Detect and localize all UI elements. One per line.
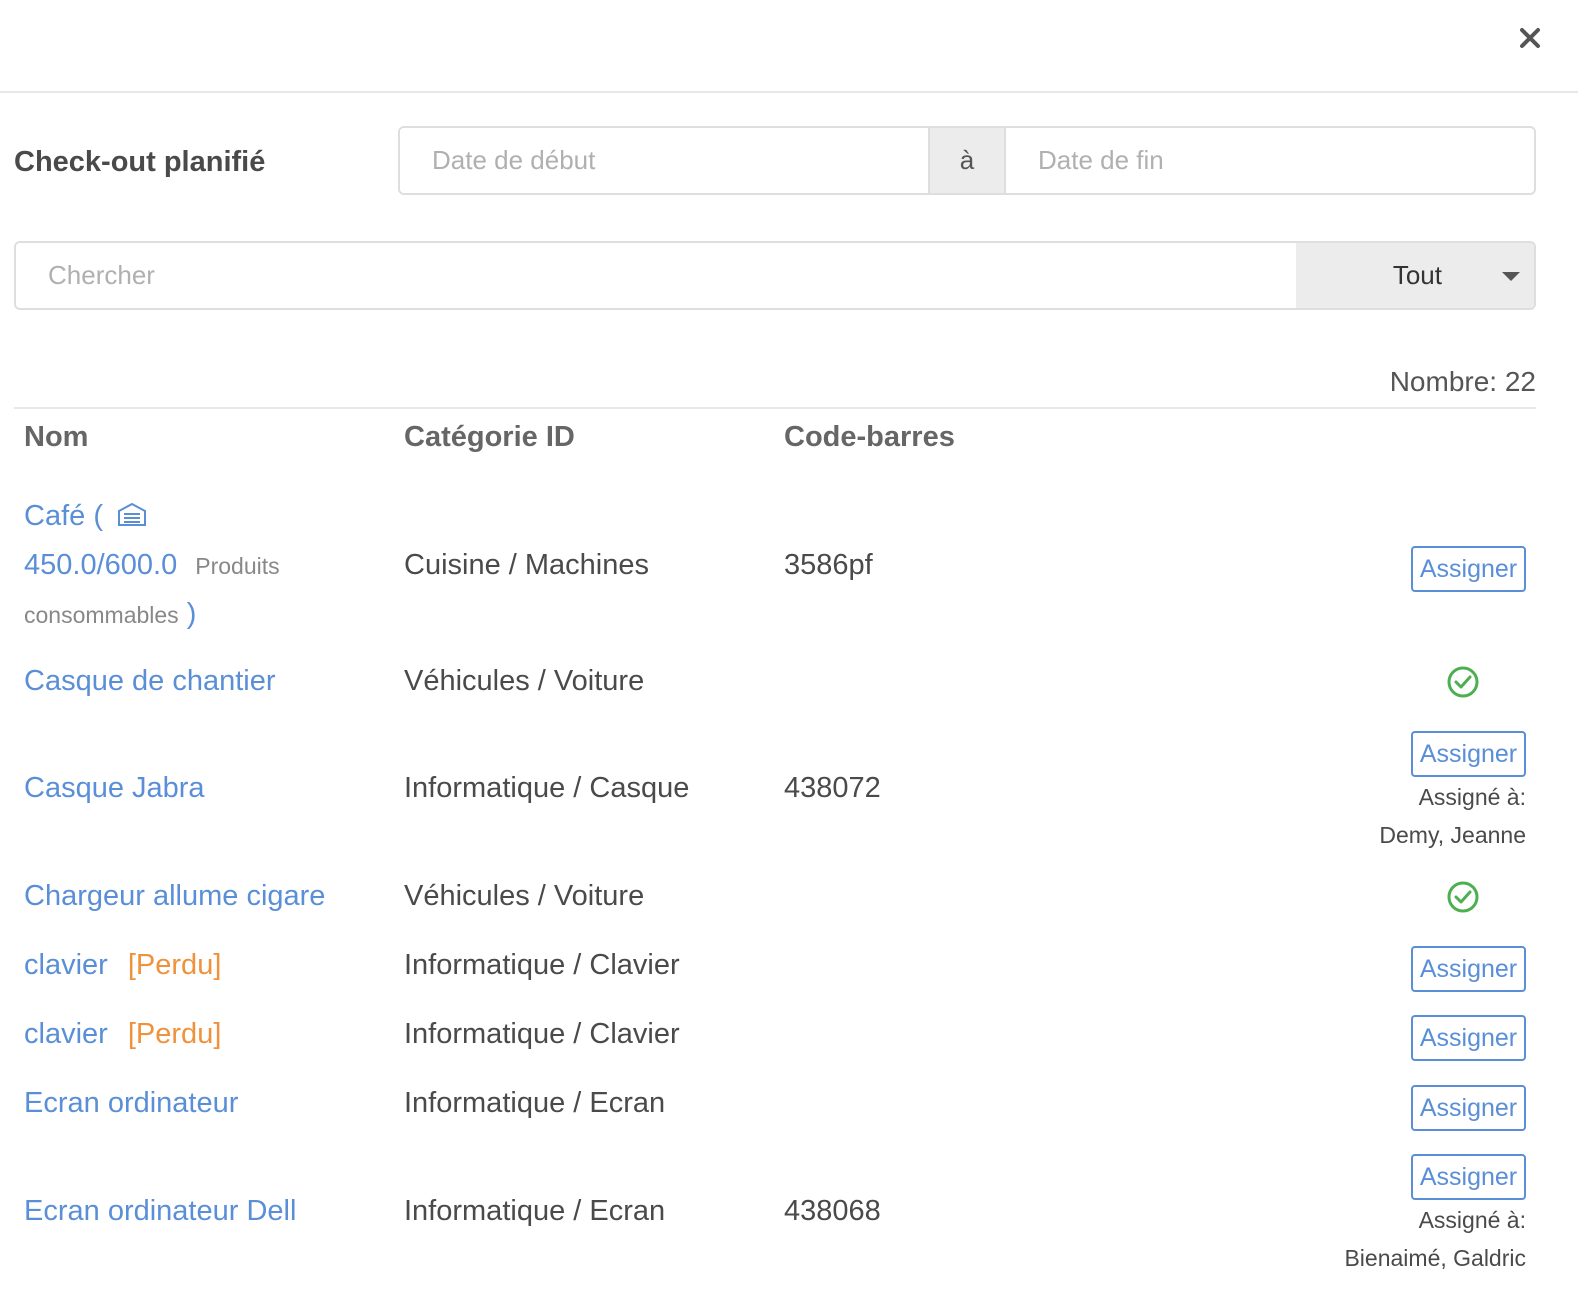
modal-header bbox=[0, 0, 1578, 93]
item-name-link[interactable]: Ecran ordinateur Dell bbox=[24, 1195, 296, 1228]
divider bbox=[14, 407, 1536, 409]
item-category: Informatique / Clavier bbox=[404, 949, 680, 981]
lost-tag: [Perdu] bbox=[127, 949, 222, 981]
item-barcode: 3586pf bbox=[784, 549, 873, 581]
item-name-link[interactable]: Café ( bbox=[24, 500, 103, 532]
assign-button[interactable]: Assigner bbox=[1411, 1085, 1526, 1131]
date-range-group: à bbox=[398, 126, 1536, 195]
item-name-link[interactable]: clavier bbox=[24, 1018, 108, 1050]
item-name-link[interactable]: Casque Jabra bbox=[24, 772, 205, 805]
assign-button[interactable]: Assigner bbox=[1411, 731, 1526, 777]
item-category: Informatique / Casque bbox=[404, 772, 690, 804]
assign-button[interactable]: Assigner bbox=[1411, 546, 1526, 592]
end-date-input[interactable] bbox=[1006, 128, 1534, 193]
item-name-link[interactable]: clavier bbox=[24, 949, 108, 981]
search-group: Tout bbox=[14, 241, 1536, 310]
item-category: Informatique / Clavier bbox=[404, 1018, 680, 1050]
column-header-name[interactable]: Nom bbox=[24, 421, 88, 454]
item-barcode: 438072 bbox=[784, 772, 881, 804]
item-name-link[interactable]: Chargeur allume cigare bbox=[24, 880, 325, 913]
assigned-label: Assigné à: bbox=[1418, 784, 1526, 810]
lost-tag: [Perdu] bbox=[127, 1018, 222, 1050]
warehouse-icon bbox=[118, 502, 147, 526]
column-header-category[interactable]: Catégorie ID bbox=[404, 421, 575, 454]
check-circle-icon bbox=[1447, 881, 1479, 913]
start-date-input[interactable] bbox=[400, 128, 928, 193]
assigned-user: Demy, Jeanne bbox=[1379, 822, 1526, 848]
item-name-link[interactable]: Ecran ordinateur bbox=[24, 1087, 238, 1120]
item-category: Informatique / Ecran bbox=[404, 1087, 666, 1119]
status-filter-select[interactable]: Tout bbox=[1296, 243, 1534, 308]
assign-button[interactable]: Assigner bbox=[1411, 1154, 1526, 1200]
item-category: Informatique / Ecran bbox=[404, 1195, 666, 1227]
item-category: Véhicules / Voiture bbox=[404, 665, 645, 697]
check-circle-icon bbox=[1447, 666, 1479, 698]
close-icon bbox=[1520, 28, 1540, 48]
stock-label: consommables bbox=[24, 602, 179, 628]
assigned-user: Bienaimé, Galdric bbox=[1344, 1245, 1526, 1271]
item-barcode: 438068 bbox=[784, 1195, 881, 1227]
item-category: Véhicules / Voiture bbox=[404, 880, 645, 912]
item-category: Cuisine / Machines bbox=[404, 549, 649, 581]
caret-down-icon bbox=[1502, 272, 1520, 281]
status-filter-value: Tout bbox=[1392, 260, 1442, 290]
assigned-label: Assigné à: bbox=[1418, 1207, 1526, 1233]
assign-button[interactable]: Assigner bbox=[1411, 1015, 1526, 1061]
column-header-barcode[interactable]: Code-barres bbox=[784, 421, 955, 454]
item-count: Nombre: 22 bbox=[1389, 366, 1536, 397]
stock-label: Produits bbox=[195, 553, 280, 579]
checkout-label: Check-out planifié bbox=[14, 146, 266, 178]
stock-close-paren: ) bbox=[186, 598, 197, 630]
item-stock-link[interactable]: 450.0/600.0 bbox=[24, 549, 177, 581]
assign-button[interactable]: Assigner bbox=[1411, 946, 1526, 992]
search-input[interactable] bbox=[16, 243, 1296, 308]
item-name-link[interactable]: Casque de chantier bbox=[24, 665, 276, 698]
close-button[interactable] bbox=[1510, 18, 1550, 58]
date-separator: à bbox=[928, 128, 1006, 193]
